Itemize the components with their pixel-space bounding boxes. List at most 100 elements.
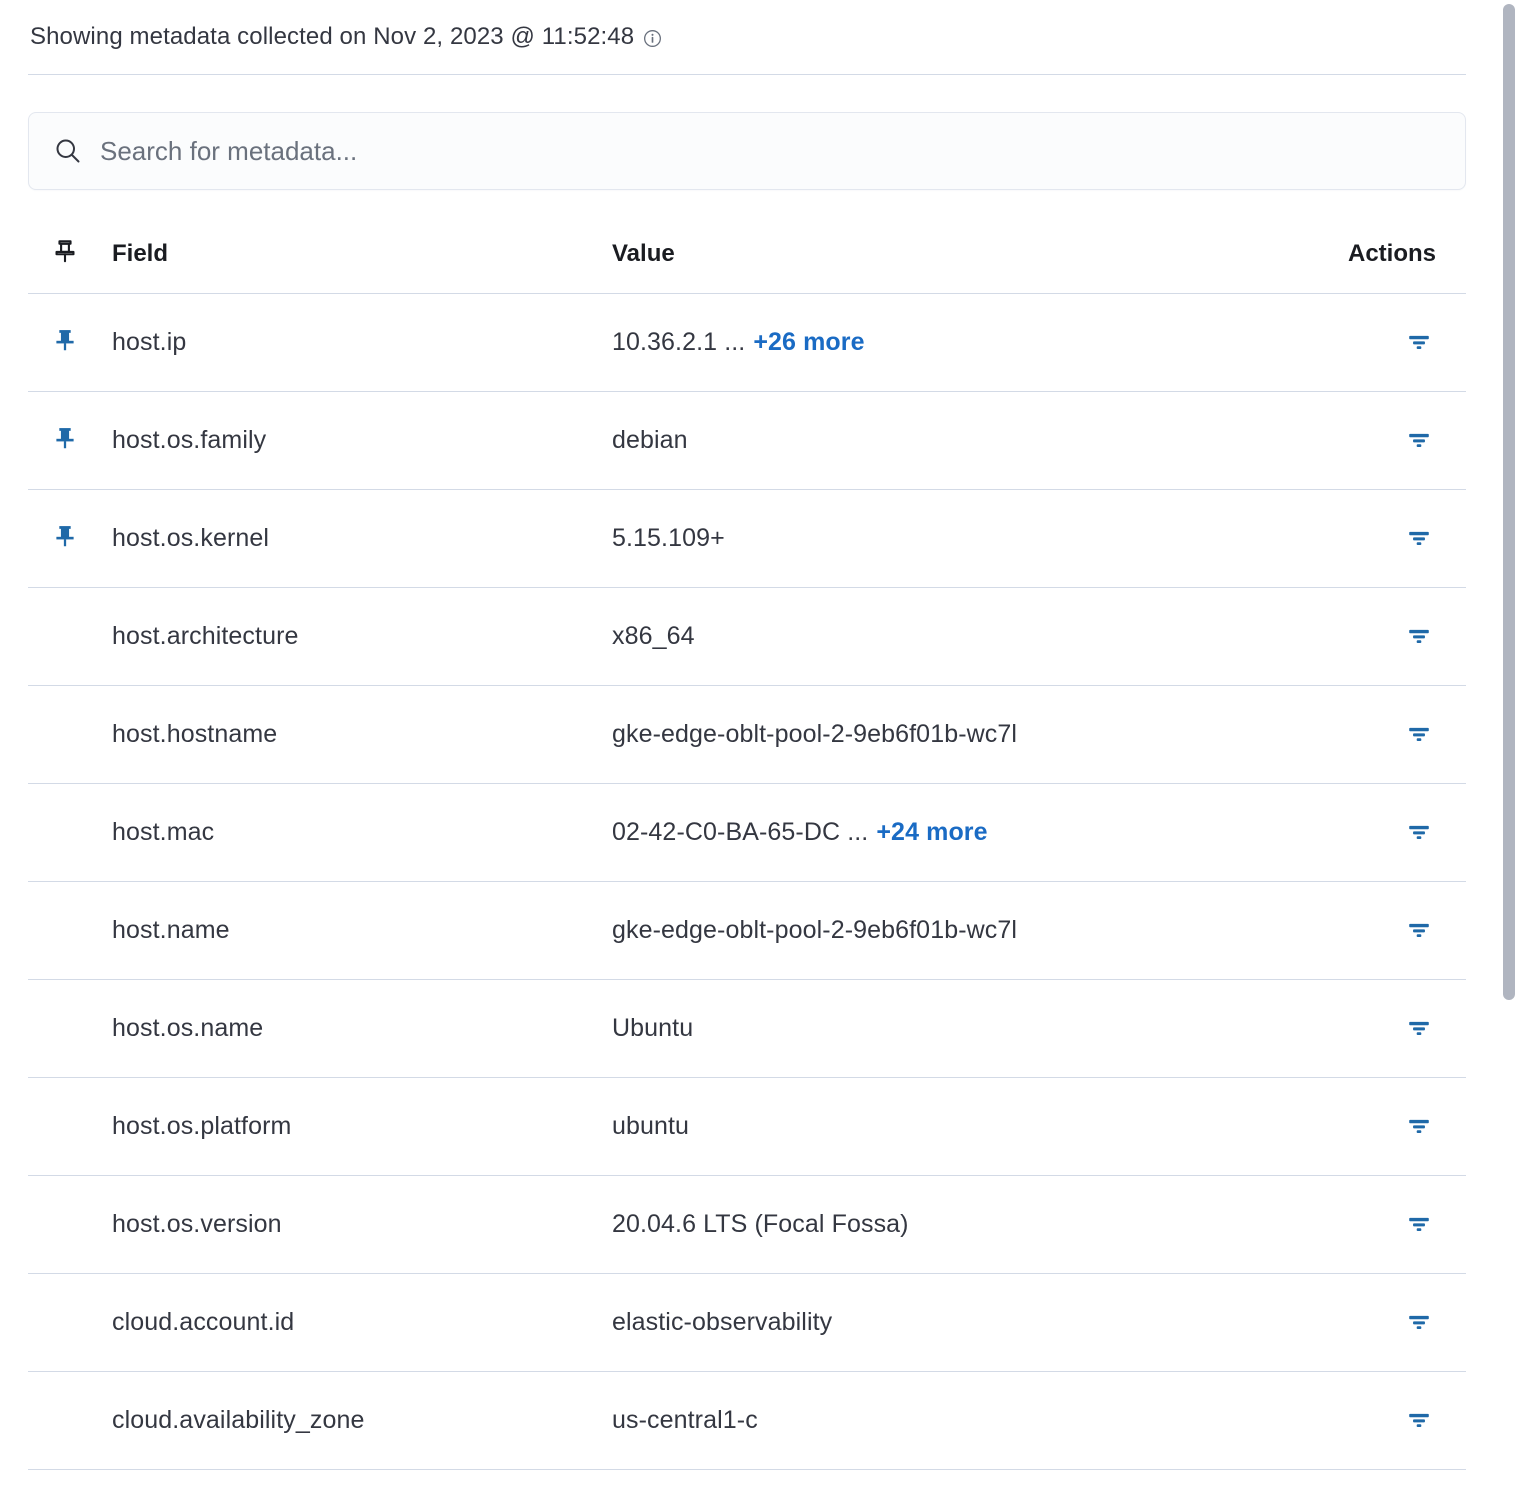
filter-icon[interactable]: [1402, 912, 1436, 946]
row-field-value: ubuntu: [612, 1078, 1312, 1176]
row-pin-toggle[interactable]: [28, 784, 112, 882]
row-pin-toggle[interactable]: [28, 1274, 112, 1372]
vertical-scrollbar-thumb[interactable]: [1503, 4, 1515, 1000]
row-value-text: x86_64: [612, 622, 695, 650]
row-pin-toggle[interactable]: [28, 588, 112, 686]
column-header-actions: Actions: [1312, 236, 1466, 294]
row-value-text: debian: [612, 426, 688, 454]
pin-filled-icon: [50, 423, 80, 453]
row-actions: [1312, 784, 1466, 882]
table-row: host.os.nameUbuntu: [28, 980, 1466, 1078]
filter-icon[interactable]: [1402, 814, 1436, 848]
row-actions: [1312, 1372, 1466, 1470]
row-field-name: host.architecture: [112, 588, 612, 686]
row-value-text: gke-edge-oblt-pool-2-9eb6f01b-wc7l: [612, 720, 1017, 748]
column-header-value[interactable]: Value: [612, 236, 1312, 294]
row-pin-toggle[interactable]: [28, 294, 112, 392]
row-actions: [1312, 1176, 1466, 1274]
table-row: host.os.version20.04.6 LTS (Focal Fossa): [28, 1176, 1466, 1274]
table-row: host.os.familydebian: [28, 392, 1466, 490]
info-circle-icon[interactable]: [643, 29, 662, 48]
row-field-value: Ubuntu: [612, 980, 1312, 1078]
metadata-timestamp-header: Showing metadata collected on Nov 2, 202…: [28, 0, 1466, 74]
row-pin-toggle[interactable]: [28, 980, 112, 1078]
show-more-values-link[interactable]: +26 more: [753, 328, 864, 356]
row-actions: [1312, 294, 1466, 392]
row-value-text: ubuntu: [612, 1112, 689, 1140]
header-divider: [28, 74, 1466, 75]
row-pin-toggle[interactable]: [28, 490, 112, 588]
row-pin-toggle[interactable]: [28, 1372, 112, 1470]
filter-icon[interactable]: [1402, 1304, 1436, 1338]
row-value-text: elastic-observability: [612, 1308, 832, 1336]
table-row: host.hostnamegke-edge-oblt-pool-2-9eb6f0…: [28, 686, 1466, 784]
row-field-name: host.os.kernel: [112, 490, 612, 588]
column-header-pin[interactable]: [28, 236, 112, 294]
row-field-value: us-central1-c: [612, 1372, 1312, 1470]
row-actions: [1312, 686, 1466, 784]
row-field-name: host.hostname: [112, 686, 612, 784]
row-pin-toggle[interactable]: [28, 1078, 112, 1176]
row-actions: [1312, 1274, 1466, 1372]
row-value-text: gke-edge-oblt-pool-2-9eb6f01b-wc7l: [612, 916, 1017, 944]
row-field-value: 5.15.109+: [612, 490, 1312, 588]
pin-filled-icon: [50, 325, 80, 355]
row-pin-toggle[interactable]: [28, 1176, 112, 1274]
row-field-name: host.os.platform: [112, 1078, 612, 1176]
row-actions: [1312, 588, 1466, 686]
filter-icon[interactable]: [1402, 1206, 1436, 1240]
filter-icon[interactable]: [1402, 1402, 1436, 1436]
row-actions: [1312, 980, 1466, 1078]
search-input[interactable]: [100, 136, 1441, 167]
table-row: cloud.availability_zoneus-central1-c: [28, 1372, 1466, 1470]
table-row: host.namegke-edge-oblt-pool-2-9eb6f01b-w…: [28, 882, 1466, 980]
filter-icon[interactable]: [1402, 716, 1436, 750]
vertical-scrollbar-track[interactable]: [1494, 0, 1524, 1494]
filter-icon[interactable]: [1402, 1010, 1436, 1044]
row-value-text: 10.36.2.1 ...: [612, 328, 745, 356]
show-more-values-link[interactable]: +24 more: [876, 818, 987, 846]
row-field-value: x86_64: [612, 588, 1312, 686]
row-value-text: 5.15.109+: [612, 524, 725, 552]
row-field-value: gke-edge-oblt-pool-2-9eb6f01b-wc7l: [612, 686, 1312, 784]
table-row: host.mac02-42-C0-BA-65-DC ... +24 more: [28, 784, 1466, 882]
row-field-name: host.os.name: [112, 980, 612, 1078]
search-box[interactable]: [28, 112, 1466, 190]
filter-icon[interactable]: [1402, 618, 1436, 652]
row-field-name: cloud.account.id: [112, 1274, 612, 1372]
filter-icon[interactable]: [1402, 422, 1436, 456]
row-actions: [1312, 1078, 1466, 1176]
filter-icon[interactable]: [1402, 520, 1436, 554]
row-field-name: host.os.family: [112, 392, 612, 490]
table-row: host.os.kernel5.15.109+: [28, 490, 1466, 588]
pin-outline-icon: [50, 236, 80, 266]
row-actions: [1312, 392, 1466, 490]
row-actions: [1312, 882, 1466, 980]
row-actions: [1312, 490, 1466, 588]
row-field-value: debian: [612, 392, 1312, 490]
row-value-text: us-central1-c: [612, 1406, 758, 1434]
filter-icon[interactable]: [1402, 324, 1436, 358]
table-row: cloud.account.idelastic-observability: [28, 1274, 1466, 1372]
row-field-name: cloud.availability_zone: [112, 1372, 612, 1470]
row-value-text: 02-42-C0-BA-65-DC ...: [612, 818, 868, 846]
row-field-name: host.mac: [112, 784, 612, 882]
table-row: host.architecturex86_64: [28, 588, 1466, 686]
row-pin-toggle[interactable]: [28, 882, 112, 980]
row-field-value: 10.36.2.1 ... +26 more: [612, 294, 1312, 392]
table-header-row: Field Value Actions: [28, 236, 1466, 294]
search-icon: [53, 136, 83, 166]
filter-icon[interactable]: [1402, 1108, 1436, 1142]
table-header: Field Value Actions: [28, 236, 1466, 294]
table-body: host.ip10.36.2.1 ... +26 more host.os.fami…: [28, 294, 1466, 1470]
row-field-value: gke-edge-oblt-pool-2-9eb6f01b-wc7l: [612, 882, 1312, 980]
row-pin-toggle[interactable]: [28, 392, 112, 490]
row-field-name: host.ip: [112, 294, 612, 392]
column-header-field[interactable]: Field: [112, 236, 612, 294]
metadata-panel: Showing metadata collected on Nov 2, 202…: [0, 0, 1494, 1494]
metadata-timestamp-text: Showing metadata collected on Nov 2, 202…: [30, 23, 634, 51]
search-section: [28, 112, 1466, 190]
row-field-value: 02-42-C0-BA-65-DC ... +24 more: [612, 784, 1312, 882]
row-value-text: Ubuntu: [612, 1014, 693, 1042]
row-pin-toggle[interactable]: [28, 686, 112, 784]
